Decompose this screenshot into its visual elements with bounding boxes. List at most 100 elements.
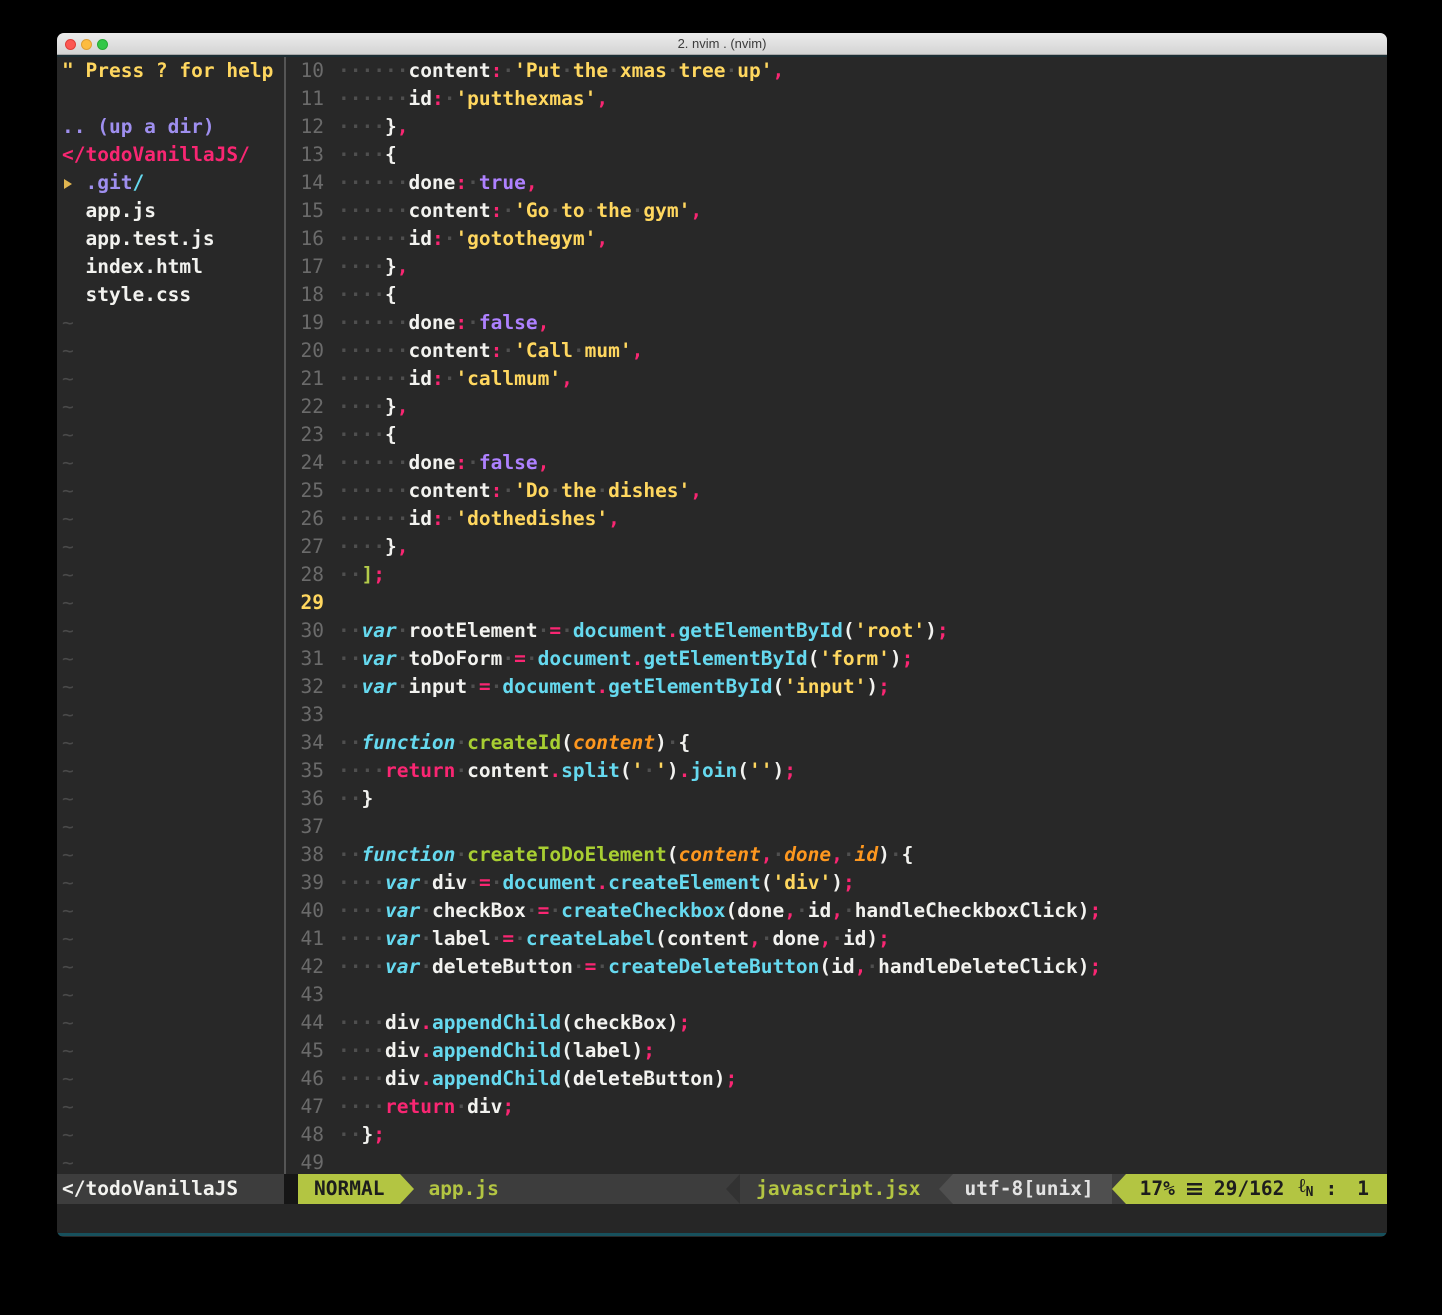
line-number: 20	[286, 337, 338, 365]
empty-buffer-tilde: ~	[57, 561, 284, 589]
empty-buffer-tilde: ~	[57, 309, 284, 337]
lines-of-file-icon	[1187, 1183, 1202, 1195]
code-line-17[interactable]: 17····},	[286, 253, 1387, 281]
code-line-42[interactable]: 42····var·deleteButton·=·createDeleteBut…	[286, 953, 1387, 981]
tree-file-style.css[interactable]: style.css	[57, 281, 284, 309]
empty-buffer-tilde: ~	[57, 701, 284, 729]
code-line-13[interactable]: 13····{	[286, 141, 1387, 169]
empty-buffer-tilde: ~	[57, 953, 284, 981]
code-line-11[interactable]: 11······id:·'putthexmas',	[286, 85, 1387, 113]
empty-buffer-tilde: ~	[57, 841, 284, 869]
code-line-28[interactable]: 28··];	[286, 561, 1387, 589]
code-line-43[interactable]: 43	[286, 981, 1387, 1009]
line-number: 34	[286, 729, 338, 757]
code-line-38[interactable]: 38··function·createToDoElement(content,·…	[286, 841, 1387, 869]
line-number: 39	[286, 869, 338, 897]
code-line-19[interactable]: 19······done:·false,	[286, 309, 1387, 337]
tree-dir-.git[interactable]: .git/	[57, 169, 284, 197]
empty-buffer-tilde: ~	[57, 729, 284, 757]
code-line-29[interactable]: 29	[286, 589, 1387, 617]
zoom-button[interactable]	[97, 39, 108, 50]
tree-up-a-dir[interactable]: .. (up a dir)	[57, 113, 284, 141]
powerline-arrow-left-icon	[1112, 1174, 1126, 1204]
code-line-35[interactable]: 35····return·content.split('·').join('')…	[286, 757, 1387, 785]
column-number: 1	[1357, 1174, 1369, 1204]
code-line-34[interactable]: 34··function·createId(content)·{	[286, 729, 1387, 757]
code-line-36[interactable]: 36··}	[286, 785, 1387, 813]
code-line-text: ··}	[338, 785, 373, 813]
empty-buffer-tilde: ~	[57, 897, 284, 925]
code-line-text: ······id:·'callmum',	[338, 365, 573, 393]
code-buffer[interactable]: 10······content:·'Put·the·xmas·tree·up',…	[286, 57, 1387, 1174]
code-line-16[interactable]: 16······id:·'gotothegym',	[286, 225, 1387, 253]
line-number: 28	[286, 561, 338, 589]
code-line-15[interactable]: 15······content:·'Go·to·the·gym',	[286, 197, 1387, 225]
code-line-27[interactable]: 27····},	[286, 533, 1387, 561]
empty-buffer-tilde: ~	[57, 981, 284, 1009]
code-line-25[interactable]: 25······content:·'Do·the·dishes',	[286, 477, 1387, 505]
code-line-text: ······id:·'dothedishes',	[338, 505, 620, 533]
line-number: 42	[286, 953, 338, 981]
code-line-text: ······content:·'Do·the·dishes',	[338, 477, 702, 505]
tree-file-app.test.js[interactable]: app.test.js	[57, 225, 284, 253]
code-line-text: ······content:·'Go·to·the·gym',	[338, 197, 702, 225]
close-button[interactable]	[65, 39, 76, 50]
empty-buffer-tilde: ~	[57, 869, 284, 897]
code-line-44[interactable]: 44····div.appendChild(checkBox);	[286, 1009, 1387, 1037]
code-line-text: ····},	[338, 533, 408, 561]
tree-file-app.js[interactable]: app.js	[57, 197, 284, 225]
cursor-line-number: 29	[286, 589, 338, 617]
code-line-39[interactable]: 39····var·div·=·document.createElement('…	[286, 869, 1387, 897]
code-line-22[interactable]: 22····},	[286, 393, 1387, 421]
code-line-30[interactable]: 30··var·rootElement·=·document.getElemen…	[286, 617, 1387, 645]
code-line-text: ······id:·'gotothegym',	[338, 225, 608, 253]
code-line-14[interactable]: 14······done:·true,	[286, 169, 1387, 197]
code-line-31[interactable]: 31··var·toDoForm·=·document.getElementBy…	[286, 645, 1387, 673]
code-line-26[interactable]: 26······id:·'dothedishes',	[286, 505, 1387, 533]
terminal-window: 2. nvim . (nvim) " Press ? for help .. (…	[57, 33, 1387, 1237]
minimize-button[interactable]	[81, 39, 92, 50]
collapsed-dir-arrow-icon[interactable]	[64, 179, 72, 189]
code-line-41[interactable]: 41····var·label·=·createLabel(content,·d…	[286, 925, 1387, 953]
nerdtree-help-hint: " Press ? for help	[57, 57, 284, 85]
code-line-text: ····div.appendChild(deleteButton);	[338, 1065, 737, 1093]
empty-buffer-tilde: ~	[57, 421, 284, 449]
code-line-text: ····var·div·=·document.createElement('di…	[338, 869, 855, 897]
code-line-49[interactable]: 49	[286, 1149, 1387, 1174]
code-line-23[interactable]: 23····{	[286, 421, 1387, 449]
line-number: 22	[286, 393, 338, 421]
code-line-47[interactable]: 47····return·div;	[286, 1093, 1387, 1121]
line-number: 32	[286, 673, 338, 701]
command-line[interactable]	[57, 1204, 1387, 1233]
code-line-text: ··var·rootElement·=·document.getElementB…	[338, 617, 949, 645]
code-line-46[interactable]: 46····div.appendChild(deleteButton);	[286, 1065, 1387, 1093]
code-line-32[interactable]: 32··var·input·=·document.getElementById(…	[286, 673, 1387, 701]
code-line-10[interactable]: 10······content:·'Put·the·xmas·tree·up',	[286, 57, 1387, 85]
code-line-18[interactable]: 18····{	[286, 281, 1387, 309]
code-line-text: ····{	[338, 281, 397, 309]
sidebar-tilde-fill: ~~~~~~~~~~~~~~~~~~~~~~~~~~~~~~~	[57, 309, 284, 1174]
line-number-symbol: ℓN	[1298, 1171, 1313, 1208]
code-line-12[interactable]: 12····},	[286, 113, 1387, 141]
statusline: </todoVanillaJS NORMAL app.js javascript…	[57, 1174, 1387, 1204]
code-line-37[interactable]: 37	[286, 813, 1387, 841]
code-line-33[interactable]: 33	[286, 701, 1387, 729]
code-line-45[interactable]: 45····div.appendChild(label);	[286, 1037, 1387, 1065]
code-line-21[interactable]: 21······id:·'callmum',	[286, 365, 1387, 393]
line-number: 43	[286, 981, 338, 1009]
code-line-48[interactable]: 48··};	[286, 1121, 1387, 1149]
tree-file-index.html[interactable]: index.html	[57, 253, 284, 281]
blank-row	[57, 85, 284, 113]
code-line-text: ······content:·'Put·the·xmas·tree·up',	[338, 57, 784, 85]
code-line-40[interactable]: 40····var·checkBox·=·createCheckbox(done…	[286, 897, 1387, 925]
empty-buffer-tilde: ~	[57, 1093, 284, 1121]
statusline-gap	[284, 1174, 298, 1204]
empty-buffer-tilde: ~	[57, 505, 284, 533]
code-line-text: ····div.appendChild(checkBox);	[338, 1009, 690, 1037]
line-number: 15	[286, 197, 338, 225]
code-line-20[interactable]: 20······content:·'Call·mum',	[286, 337, 1387, 365]
empty-buffer-tilde: ~	[57, 365, 284, 393]
line-number: 11	[286, 85, 338, 113]
code-line-text: ······content:·'Call·mum',	[338, 337, 643, 365]
code-line-24[interactable]: 24······done:·false,	[286, 449, 1387, 477]
